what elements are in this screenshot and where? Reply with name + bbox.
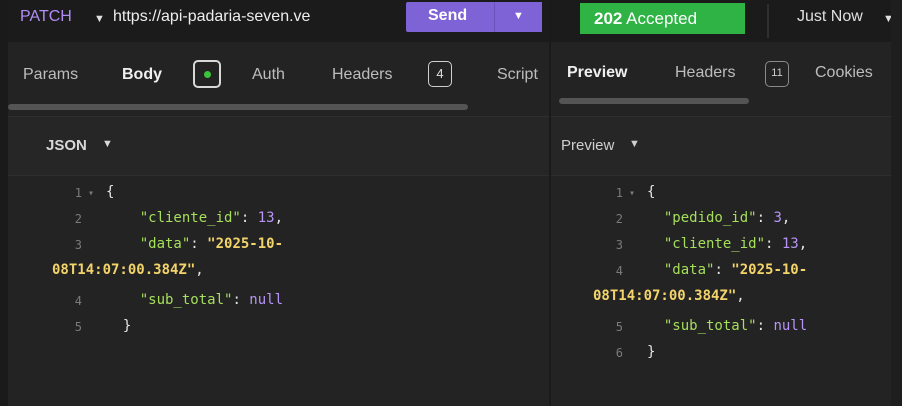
status-badge: 202 Accepted [580, 3, 745, 34]
code-line: } [106, 318, 132, 334]
line-number: 5 [615, 320, 623, 334]
tab-body[interactable]: Body [122, 66, 162, 84]
code-line: "sub_total": null [663, 318, 808, 334]
tab-response-headers[interactable]: Headers [675, 64, 735, 82]
code-line: "sub_total": null [139, 292, 284, 308]
tab-preview[interactable]: Preview [567, 64, 627, 82]
pane-edge [891, 0, 902, 406]
code-line-wrap: 08T14:07:00.384Z", [593, 288, 745, 304]
line-number: 6 [615, 346, 623, 360]
chevron-down-icon[interactable]: ▼ [102, 138, 113, 150]
body-format-select[interactable]: JSON [46, 137, 87, 154]
tab-params[interactable]: Params [23, 66, 78, 84]
code-line: } [647, 344, 656, 360]
line-number: 3 [615, 238, 623, 252]
tab-script[interactable]: Script [497, 66, 549, 84]
response-tabs: Preview Headers 11 Cookies [551, 46, 902, 108]
code-line: "data": "2025-10- [139, 236, 284, 252]
line-number: 1 [615, 186, 623, 200]
line-number: 2 [74, 212, 82, 226]
code-line: "pedido_id": 3, [663, 210, 791, 226]
divider [767, 4, 769, 38]
code-line: { [106, 184, 115, 200]
response-headers-count-badge: 11 [765, 61, 789, 87]
response-pane: 202 Accepted Just Now ▼ Preview Headers … [549, 0, 902, 406]
body-active-indicator [193, 60, 221, 88]
tab-headers[interactable]: Headers [332, 66, 392, 84]
tab-cookies[interactable]: Cookies [815, 64, 891, 82]
line-number: 4 [615, 264, 623, 278]
code-line: "cliente_id": 13, [663, 236, 808, 252]
chevron-down-icon[interactable]: ▼ [629, 138, 640, 150]
request-pane: PATCH ▼ https://api-padaria-seven.ve Sen… [0, 0, 549, 406]
code-line: "cliente_id": 13, [139, 210, 284, 226]
line-number: 1 [74, 186, 82, 200]
body-format-bar: JSON ▼ [8, 116, 549, 176]
url-bar: PATCH ▼ https://api-padaria-seven.ve Sen… [8, 0, 549, 42]
green-dot-icon [204, 71, 211, 78]
left-gutter [0, 0, 8, 406]
preview-mode-select[interactable]: Preview [561, 137, 614, 154]
line-number: 5 [74, 320, 82, 334]
response-history-select[interactable]: Just Now [797, 8, 863, 26]
line-number: 4 [74, 294, 82, 308]
tabs-scrollbar[interactable] [559, 98, 749, 104]
headers-count-badge: 4 [428, 61, 452, 87]
send-options-chevron-icon[interactable]: ▼ [494, 2, 542, 32]
code-line: { [647, 184, 656, 200]
request-tabs: Params Body Auth Headers 4 Script [8, 46, 549, 110]
send-button[interactable]: Send [406, 2, 494, 32]
line-number: 3 [74, 238, 82, 252]
tab-auth[interactable]: Auth [252, 66, 285, 84]
url-input[interactable]: https://api-padaria-seven.ve [113, 8, 413, 26]
tabs-scrollbar[interactable] [8, 104, 468, 110]
response-status-bar: 202 Accepted Just Now ▼ [551, 0, 902, 42]
line-number: 2 [615, 212, 623, 226]
fold-arrow-icon[interactable]: ▾ [629, 188, 635, 199]
preview-mode-bar: Preview ▼ [551, 116, 902, 176]
chevron-down-icon[interactable]: ▼ [94, 13, 105, 25]
fold-arrow-icon[interactable]: ▾ [88, 188, 94, 199]
code-line-wrap: 08T14:07:00.384Z", [52, 262, 204, 278]
http-method-select[interactable]: PATCH [20, 8, 72, 26]
code-line: "data": "2025-10- [663, 262, 808, 278]
